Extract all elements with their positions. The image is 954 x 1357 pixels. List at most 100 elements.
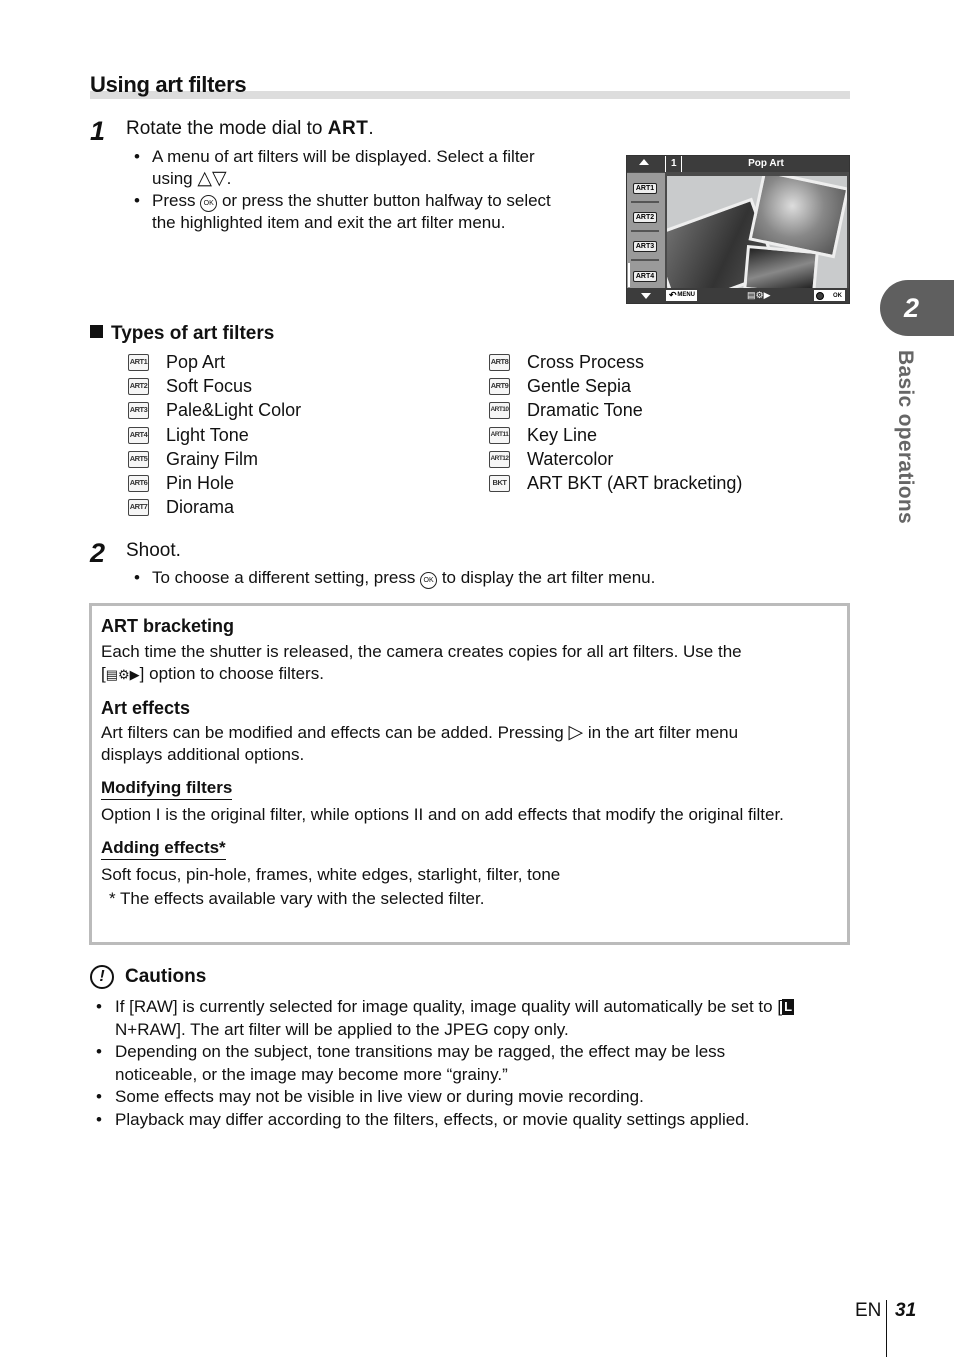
filter-item: ART1 Pop Art [128,350,301,374]
art2-icon-label: ART2 [632,211,658,223]
bullet-dot: • [96,1042,102,1061]
ok-button-icon: OK [200,195,218,212]
art-filter-icon: ART4 [128,426,149,444]
bullet-dot: • [134,191,140,210]
info-box: ART bracketing Each time the shutter is … [89,603,850,945]
caution-item: • Playback may differ according to the fi… [96,1109,835,1132]
bullet-text: A menu of art filters will be displayed.… [152,147,535,166]
art-filter-icon: ART3 [128,402,149,420]
filter-label: Watercolor [527,448,614,469]
caution-text: Some effects may not be visible in live … [115,1087,644,1106]
step-1-suffix: . [368,118,374,139]
paragraph-text: ] option to choose filters. [139,664,324,683]
art-effects-text: Art filters can be modified and effects … [101,722,836,766]
caution-item: • If [RAW] is currently selected for ima… [96,996,835,1041]
camera-screen-footer: ↶ MENU ▤⚙▶ OK [627,288,849,303]
scroll-indicator [628,263,630,287]
filter-item: ART2 Soft Focus [128,374,301,398]
filter-index: 1 [665,156,682,172]
filter-label: Soft Focus [166,375,253,396]
types-heading: Types of art filters [90,323,274,345]
paragraph-text: displays additional options. [101,745,305,764]
paragraph-text: Art filters can be modified and effects … [101,723,564,742]
art2-icon: ART2 [631,204,659,232]
bullet-dot: • [96,1087,102,1106]
art-bracketing-text: Each time the shutter is released, the c… [101,641,836,686]
art-filter-icon: ART2 [128,377,149,395]
filter-list-left: ART1 Pop Art ART2 Soft Focus ART3 Pale&Ligh… [128,350,301,520]
step-1-number: 1 [90,116,106,146]
step-1-bullet-2: • Press OK or press the shutter button h… [134,190,602,234]
settings-icon: ▤⚙▶ [747,290,771,300]
art-bracketing-heading: ART bracketing [101,616,235,636]
filter-label: ART BKT (ART bracketing) [527,473,743,494]
filter-label: Pin Hole [166,473,235,494]
art3-icon: ART3 [631,233,659,261]
caution-item: • Some effects may not be visible in live… [96,1086,835,1109]
paragraph-text: in the art filter menu [587,723,739,742]
camera-screen-header: 1 Pop Art [627,156,849,172]
filter-item: ART8 Cross Process [489,350,742,374]
step-1-prefix: Rotate the mode dial to [126,118,328,139]
settings-icon: ▤⚙▶ [105,667,140,682]
bullet-text: the highlighted item and exit the art fi… [152,213,506,232]
art-filter-icon: ART5 [128,450,149,468]
paragraph-text: Each time the shutter is released, the c… [101,642,742,661]
chapter-tab: 2 [880,280,954,336]
caution-text: If [RAW] is currently selected for image… [115,997,773,1016]
art1-icon-label: ART1 [632,182,658,194]
filter-item: ART3 Pale&Light Color [128,399,301,423]
caution-icon: ! [90,965,114,989]
bullet-text: Press [152,191,196,210]
filter-label: Pale&Light Color [166,400,302,421]
caution-item: • Depending on the subject, tone transiti… [96,1041,835,1086]
art-filter-icon: ART9 [489,377,510,395]
language-label: EN [855,1300,882,1321]
modifying-filters-text: Option I is the original filter, while o… [101,805,784,824]
bullet-dot: • [134,147,140,166]
filter-list-right: ART8 Cross Process ART9 Gentle Sepia ART10… [489,350,742,496]
filter-label: Light Tone [166,424,249,445]
step-1-text: Rotate the mode dial to ART. [126,118,374,140]
sample-photo-collage [667,176,847,288]
step-2-bullet: • To choose a different setting, press O… [134,567,802,589]
right-arrow-icon: ▷ [568,722,584,743]
square-bullet-icon [90,325,103,338]
bullet-text: . [226,169,232,188]
filter-item: ART11 Key Line [489,423,742,447]
caution-text: N+RAW]. The art filter will be applied t… [115,1019,569,1039]
filter-item: ART9 Gentle Sepia [489,374,742,398]
large-size-icon: L [782,999,795,1015]
caution-text: Depending on the subject, tone transitio… [115,1042,726,1084]
caution-text: Playback may differ according to the fil… [115,1109,750,1129]
bullet-dot: • [96,1109,102,1129]
back-icon: ↶ [669,290,677,300]
step-2-text: Shoot. [126,540,181,561]
filter-name: Pop Art [748,158,784,169]
footnote: * The effects available vary with the se… [109,889,485,908]
art-filter-icon: ART8 [489,353,510,371]
bullet-dot: • [96,997,102,1016]
filter-label: Diorama [166,497,235,518]
cautions-heading: ! Cautions [90,965,206,989]
filter-item: ART6 Pin Hole [128,471,301,495]
filter-label: Cross Process [527,351,645,372]
filter-icon-list: ART1 ART2 ART3 ART4 [627,173,665,289]
art-effects-heading: Art effects [101,698,191,718]
ok-button-icon: OK [420,572,438,589]
art-bkt-icon: BKT [489,475,510,493]
art-filter-icon: ART10 [489,402,510,420]
step-2-number: 2 [90,538,106,568]
art4-icon: ART4 [631,262,659,290]
filter-label: Grainy Film [166,448,259,469]
down-arrow-icon [641,293,651,299]
art4-icon-label: ART4 [632,270,658,282]
up-arrow-icon [639,159,649,165]
filter-label: Dramatic Tone [527,400,643,421]
modifying-filters-heading: Modifying filters [101,778,233,800]
art1-icon: ART1 [631,175,659,203]
ok-label: OK [833,293,842,299]
filter-label: Gentle Sepia [527,375,632,396]
bullet-text: to display the art filter menu. [441,568,656,587]
art-mode-label: ART [327,118,369,139]
